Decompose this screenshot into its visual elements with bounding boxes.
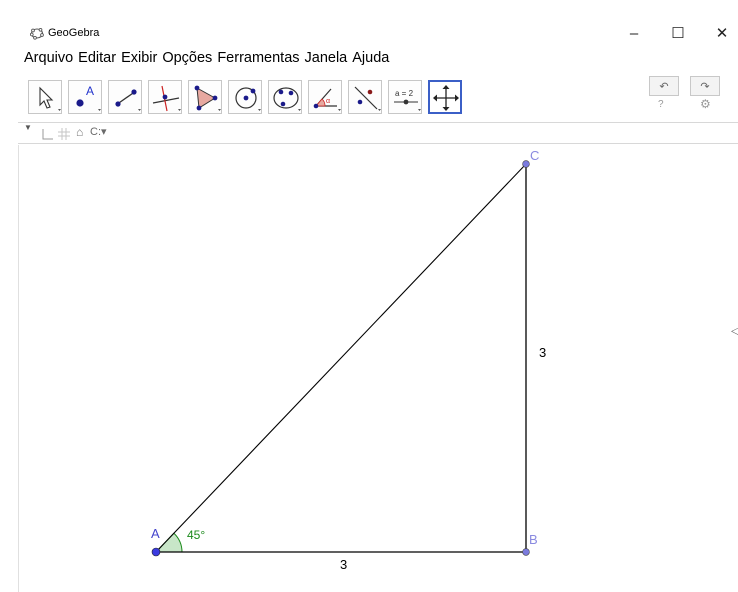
line-through-points-icon	[115, 89, 141, 111]
redo-button[interactable]: ↷	[690, 76, 720, 96]
style-bar: ▼ ⌂ C:▾	[18, 122, 738, 144]
tool-polygon[interactable]	[188, 80, 222, 114]
move-graphics-view-icon	[433, 85, 459, 111]
tool-point[interactable]: A	[68, 80, 102, 114]
segment-ac[interactable]	[155, 163, 527, 553]
title-bar: GeoGebra – ☐ ✕	[0, 0, 738, 44]
window-title: GeoGebra	[48, 27, 100, 39]
angle-icon: α	[313, 88, 341, 111]
settings-gear-icon[interactable]: ⚙	[700, 97, 711, 111]
point-icon: A	[76, 84, 101, 111]
point-b-label: B	[529, 532, 538, 547]
segment-ab-label: 3	[340, 557, 347, 572]
grid-toggle-icon[interactable]	[58, 128, 70, 140]
tool-move[interactable]	[28, 80, 62, 114]
tool-line[interactable]	[108, 80, 142, 114]
angle-alpha-sector[interactable]	[154, 532, 183, 553]
menu-opcoes[interactable]: Opções	[162, 50, 216, 70]
tool-reflect[interactable]	[348, 80, 382, 114]
point-c-label: C	[530, 148, 539, 163]
point-capturing-icon[interactable]: C:▾	[90, 125, 107, 138]
move-arrow-icon	[39, 86, 61, 111]
menu-exibir[interactable]: Exibir	[121, 50, 161, 70]
graphics-canvas[interactable]: A B C 3 3 45°	[19, 145, 735, 592]
menu-ajuda[interactable]: Ajuda	[352, 50, 393, 70]
slider-icon-label: a = 2	[395, 89, 414, 98]
point-b[interactable]	[522, 548, 530, 556]
tool-move-graphics-view[interactable]	[428, 80, 462, 114]
tool-conic[interactable]	[268, 80, 302, 114]
undo-button[interactable]: ↶	[649, 76, 679, 96]
angle-alpha-label: 45°	[187, 528, 205, 542]
minimize-button[interactable]: –	[612, 22, 656, 44]
point-icon-label: A	[86, 84, 94, 98]
menu-ferramentas[interactable]: Ferramentas	[217, 50, 303, 70]
geogebra-window: GeoGebra – ☐ ✕ Arquivo Editar Exibir Opç…	[0, 0, 738, 592]
point-c[interactable]	[522, 160, 530, 168]
geogebra-logo-icon	[30, 27, 44, 40]
polygon-icon	[194, 85, 221, 111]
tool-circle[interactable]	[228, 80, 262, 114]
maximize-button[interactable]: ☐	[656, 22, 700, 44]
perpendicular-line-icon	[152, 85, 181, 112]
reflect-about-line-icon	[354, 86, 381, 111]
tool-perpendicular[interactable]	[148, 80, 182, 114]
svg-text:α: α	[326, 98, 330, 105]
axes-toggle-icon[interactable]	[42, 128, 54, 140]
segment-bc-label: 3	[539, 345, 546, 360]
left-margin	[0, 44, 18, 592]
tool-angle[interactable]: α	[308, 80, 342, 114]
menu-arquivo[interactable]: Arquivo	[24, 50, 77, 70]
menu-editar[interactable]: Editar	[78, 50, 120, 70]
menu-janela[interactable]: Janela	[305, 50, 352, 70]
side-panel-toggle-icon[interactable]: ◁	[731, 326, 738, 337]
home-icon[interactable]: ⌂	[76, 125, 83, 139]
graphics-view[interactable]: A B C 3 3 45°	[18, 145, 734, 592]
conic-through-points-icon	[273, 87, 301, 111]
point-a[interactable]	[151, 547, 161, 557]
stylebar-toggle-icon[interactable]: ▼	[24, 123, 32, 132]
slider-icon: a = 2	[394, 89, 421, 111]
close-button[interactable]: ✕	[700, 22, 738, 44]
point-a-label: A	[151, 526, 160, 541]
tool-slider[interactable]: a = 2	[388, 80, 422, 114]
help-icon[interactable]: ?	[658, 99, 664, 110]
menu-bar: Arquivo Editar Exibir Opções Ferramentas…	[24, 50, 394, 70]
circle-center-point-icon	[235, 87, 261, 111]
